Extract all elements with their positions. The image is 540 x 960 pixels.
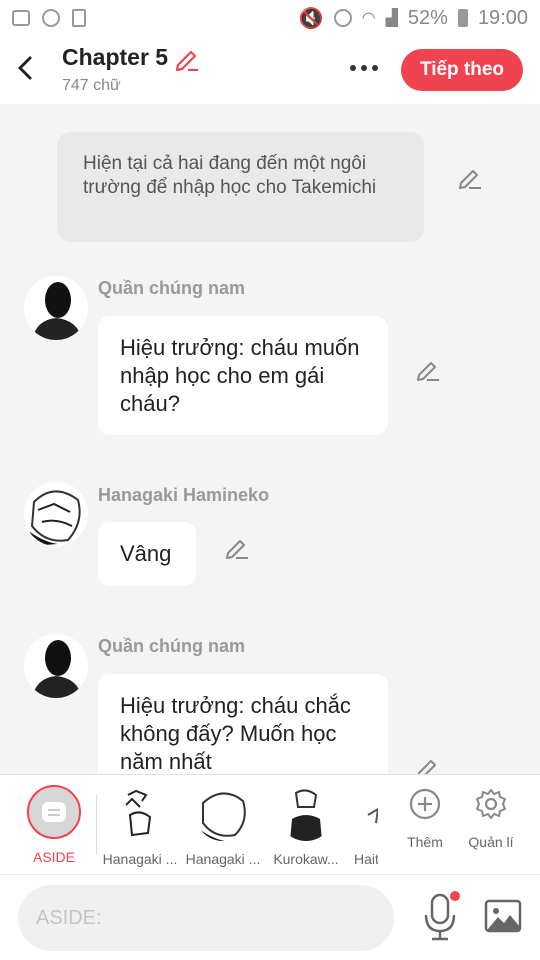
avatar[interactable] [24, 276, 88, 340]
gallery-notification-icon [12, 10, 30, 26]
character-avatar [112, 785, 168, 841]
pinterest-notification-icon [42, 9, 60, 27]
battery-percent: 52% [407, 6, 448, 29]
voice-input-button[interactable] [422, 891, 460, 941]
recycle-notification-icon [72, 9, 86, 27]
aside-label: ASIDE [32, 849, 75, 865]
more-dot [350, 65, 356, 71]
aside-message[interactable]: Hiện tại cả hai đang đến một ngôi trường… [57, 132, 424, 242]
character-name: Hait [354, 851, 378, 867]
back-button[interactable] [10, 52, 40, 84]
clock: 19:00 [477, 6, 528, 29]
wifi-icon: ◠ [361, 10, 376, 27]
chapter-title: Chapter 5 [62, 44, 169, 70]
battery-icon [457, 9, 468, 27]
edit-icon[interactable] [224, 534, 250, 560]
word-count: 747 chữ [62, 77, 121, 94]
edit-icon[interactable] [415, 754, 441, 774]
message-input[interactable] [18, 885, 394, 951]
insert-image-button[interactable] [484, 899, 522, 933]
silhouette-avatar-icon [24, 634, 88, 698]
speaker-name: Quần chúng nam [98, 636, 246, 656]
character-avatar [278, 785, 334, 841]
signal-icon: ▟ [385, 10, 398, 27]
chat-content[interactable]: Hiện tại cả hai đang đến một ngôi trường… [0, 104, 540, 774]
notification-dot [450, 891, 460, 901]
manage-characters-button[interactable]: Quản lí [456, 787, 526, 850]
anime-avatar-icon [24, 482, 88, 546]
edit-title-icon[interactable] [174, 45, 200, 71]
image-icon [484, 899, 522, 933]
character-avatar [195, 785, 251, 841]
character-name: Kurokaw... [273, 851, 339, 867]
add-character-button[interactable]: Thêm [390, 787, 460, 850]
more-dot [372, 65, 378, 71]
more-options-button[interactable] [344, 58, 384, 78]
add-label: Thêm [407, 834, 443, 850]
character-item[interactable]: Hanagaki ... [183, 785, 263, 867]
character-bar: ASIDE Hanagaki ... Hanagaki ... Kurokaw.… [0, 774, 540, 874]
character-name: Hanagaki ... [185, 851, 261, 867]
character-avatar [364, 785, 378, 841]
anime-avatar-icon [364, 785, 378, 841]
edit-icon[interactable] [457, 164, 483, 190]
divider [96, 795, 97, 855]
more-dot [361, 65, 367, 71]
gear-icon [476, 789, 506, 819]
chevron-left-icon [18, 56, 32, 80]
anime-avatar-icon [278, 785, 334, 841]
aside-selector[interactable]: ASIDE [14, 785, 94, 865]
message-bubble[interactable]: Vâng [98, 522, 196, 586]
character-item[interactable]: Kurokaw... [266, 785, 346, 867]
next-button[interactable]: Tiếp theo [401, 49, 523, 91]
avatar[interactable] [24, 634, 88, 698]
anime-avatar-icon [195, 785, 251, 841]
plus-circle-icon [409, 788, 441, 820]
speaker-name: Hanagaki Hamineko [98, 485, 270, 505]
mute-icon: 🔇 [298, 7, 324, 30]
anime-avatar-icon [112, 785, 168, 841]
aside-circle [27, 785, 81, 839]
speaker-name: Quần chúng nam [98, 278, 246, 298]
character-item[interactable]: Hanagaki ... [100, 785, 180, 867]
status-bar: 🔇 ◠ ▟ 52% 19:00 [0, 0, 540, 36]
avatar[interactable] [24, 482, 88, 546]
input-area [0, 874, 540, 960]
edit-icon[interactable] [415, 356, 441, 382]
header: Chapter 5 747 chữ Tiếp theo [0, 36, 540, 104]
message-bubble[interactable]: Hiệu trưởng: cháu chắc không đấy? Muốn h… [98, 674, 388, 774]
silhouette-avatar-icon [24, 276, 88, 340]
chat-bubble-icon [42, 802, 66, 822]
manage-label: Quản lí [468, 834, 514, 850]
alarm-icon [333, 9, 352, 27]
message-bubble[interactable]: Hiệu trưởng: cháu muốn nhập học cho em g… [98, 316, 388, 435]
character-item[interactable]: Hait [338, 785, 378, 867]
character-name: Hanagaki ... [102, 851, 178, 867]
